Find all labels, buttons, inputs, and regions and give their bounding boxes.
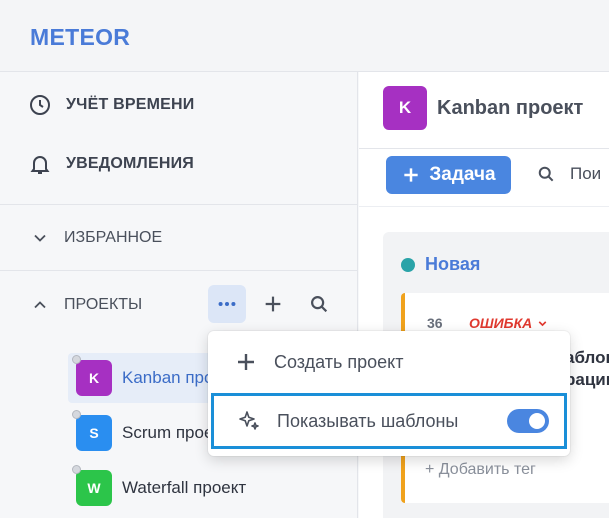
more-icon: [218, 301, 236, 307]
search-projects-button[interactable]: [300, 285, 338, 323]
header-divider: [359, 148, 609, 149]
project-options-menu: Создать проект Показывать шаблоны: [208, 331, 570, 456]
top-bar: METEOR: [0, 0, 609, 72]
column-status-dot: [401, 257, 415, 272]
task-search[interactable]: Пои: [536, 164, 601, 184]
app-logo[interactable]: METEOR: [30, 24, 130, 51]
project-actions: [208, 285, 338, 323]
projects-section-toggle[interactable]: ПРОЕКТЫ: [30, 295, 142, 315]
search-icon: [311, 296, 328, 313]
project-header: K Kanban проект: [383, 86, 583, 130]
search-icon: [538, 166, 554, 182]
task-title-line: рации: [565, 370, 609, 389]
menu-item-label: Показывать шаблоны: [277, 410, 459, 431]
chevron-down-icon: [34, 234, 46, 242]
plus-icon: [404, 168, 419, 182]
task-type-label: ОШИБКА: [469, 315, 533, 331]
sparkle-icon: [239, 411, 259, 430]
add-tag-button[interactable]: + Добавить тег: [425, 461, 536, 479]
projects-label: ПРОЕКТЫ: [64, 296, 143, 313]
more-options-button[interactable]: [208, 285, 246, 323]
plus-icon: [265, 296, 281, 312]
bell-icon: [30, 156, 50, 174]
task-title: аблон рации: [565, 347, 609, 391]
sidebar-item-label: УВЕДОМЛЕНИЯ: [66, 155, 195, 172]
project-status-dot: [72, 410, 81, 419]
search-label: Пои: [570, 164, 602, 183]
menu-item-create-project[interactable]: Создать проект: [208, 334, 570, 390]
menu-item-show-templates[interactable]: Показывать шаблоны: [211, 393, 567, 449]
project-status-dot: [72, 355, 81, 364]
sidebar-divider: [0, 270, 358, 271]
add-task-button[interactable]: Задача: [386, 156, 511, 194]
chevron-down-icon: [538, 320, 547, 326]
plus-icon: [238, 354, 254, 370]
sidebar-item-notifications[interactable]: УВЕДОМЛЕНИЯ: [28, 152, 194, 176]
clock-icon: [30, 95, 50, 115]
project-item-waterfall[interactable]: W Waterfall проект: [68, 463, 358, 513]
sidebar-divider: [0, 204, 358, 205]
toolbar-divider: [359, 206, 609, 207]
chevron-up-icon: [34, 301, 46, 309]
project-avatar: W: [76, 470, 112, 506]
column-title: Новая: [425, 254, 481, 274]
show-templates-toggle[interactable]: [507, 409, 549, 433]
menu-item-label: Создать проект: [274, 351, 404, 372]
page-title: Kanban проект: [437, 96, 584, 119]
favorites-section-toggle[interactable]: ИЗБРАННОЕ: [30, 228, 162, 248]
add-project-button[interactable]: [254, 285, 292, 323]
add-task-label: Задача: [429, 164, 496, 185]
project-avatar: K: [76, 360, 112, 396]
task-title-line: аблон: [565, 348, 609, 367]
project-name: Waterfall проект: [122, 478, 247, 497]
project-status-dot: [72, 465, 81, 474]
sidebar-item-label: УЧЁТ ВРЕМЕНИ: [66, 96, 195, 113]
task-type-tag[interactable]: ОШИБКА: [469, 315, 549, 331]
sidebar-item-time-tracking[interactable]: УЧЁТ ВРЕМЕНИ: [28, 93, 194, 117]
project-avatar: S: [76, 415, 112, 451]
column-header[interactable]: Новая: [401, 254, 480, 275]
favorites-label: ИЗБРАННОЕ: [64, 229, 163, 246]
task-number: 36: [427, 315, 443, 331]
project-avatar: K: [383, 86, 427, 130]
